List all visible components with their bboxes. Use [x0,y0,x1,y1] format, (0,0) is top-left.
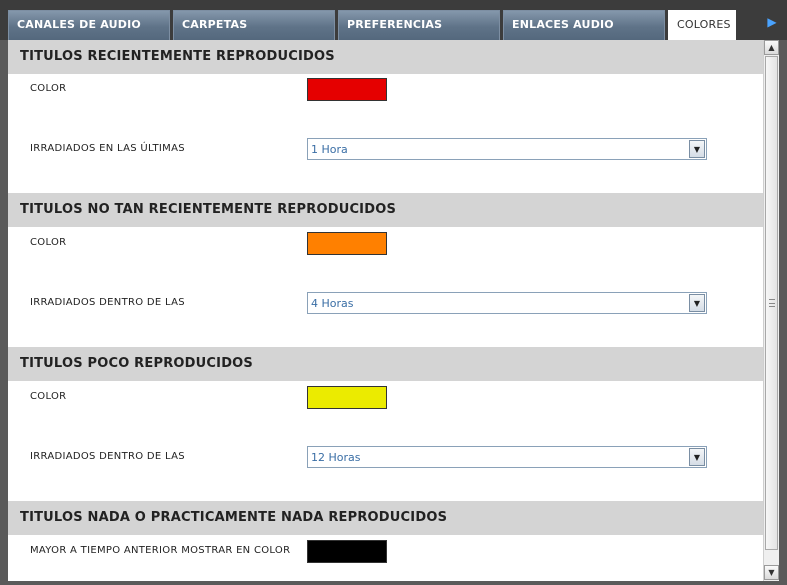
tab-enlaces-audio[interactable]: ENLACES AUDIO [503,10,665,40]
period-label: IRRADIADOS DENTRO DE LAS [30,451,185,462]
chevron-down-icon[interactable]: ▼ [689,294,705,312]
period-select-value: 12 Horas [311,451,361,464]
chevron-right-icon[interactable]: ▶ [764,14,780,30]
color-swatch-recent[interactable] [307,78,387,101]
color-swatch-little-played[interactable] [307,386,387,409]
color-label: COLOR [30,83,67,94]
section-header-not-so-recent: TITULOS NO TAN RECIENTEMENTE REPRODUCIDO… [8,193,763,227]
period-label: IRRADIADOS DENTRO DE LAS [30,297,185,308]
period-label: IRRADIADOS EN LAS ÚLTIMAS [30,143,185,154]
chevron-down-icon[interactable]: ▼ [689,140,705,158]
grip-icon [769,299,775,307]
period-select-value: 1 Hora [311,143,348,156]
tab-colores[interactable]: COLORES DE [668,10,736,40]
period-select-value: 4 Horas [311,297,354,310]
period-select-little-played[interactable]: 12 Horas ▼ [307,446,707,468]
period-select-not-so-recent[interactable]: 4 Horas ▼ [307,292,707,314]
color-swatch-not-so-recent[interactable] [307,232,387,255]
color-label: COLOR [30,391,67,402]
tab-preferencias[interactable]: PREFERENCIAS [338,10,500,40]
chevron-down-icon[interactable]: ▼ [764,565,779,580]
tab-carpetas[interactable]: CARPETAS [173,10,335,40]
chevron-down-icon[interactable]: ▼ [689,448,705,466]
section-header-little-played: TITULOS POCO REPRODUCIDOS [8,347,763,381]
period-select-recent[interactable]: 1 Hora ▼ [307,138,707,160]
tab-bar: CANALES DE AUDIO CARPETAS PREFERENCIAS E… [0,0,787,40]
section-header-never-played: TITULOS NADA O PRACTICAMENTE NADA REPROD… [8,501,763,535]
chevron-up-icon[interactable]: ▲ [764,40,779,55]
color-label: COLOR [30,237,67,248]
color-label: MAYOR A TIEMPO ANTERIOR MOSTRAR EN COLOR [30,545,291,556]
settings-panel: TITULOS RECIENTEMENTE REPRODUCIDOS COLOR… [8,40,763,581]
color-swatch-never-played[interactable] [307,540,387,563]
scrollbar-thumb[interactable] [765,56,778,550]
tab-canales-de-audio[interactable]: CANALES DE AUDIO [8,10,170,40]
vertical-scrollbar[interactable]: ▲ ▼ [763,40,779,581]
section-header-recent: TITULOS RECIENTEMENTE REPRODUCIDOS [8,40,763,74]
